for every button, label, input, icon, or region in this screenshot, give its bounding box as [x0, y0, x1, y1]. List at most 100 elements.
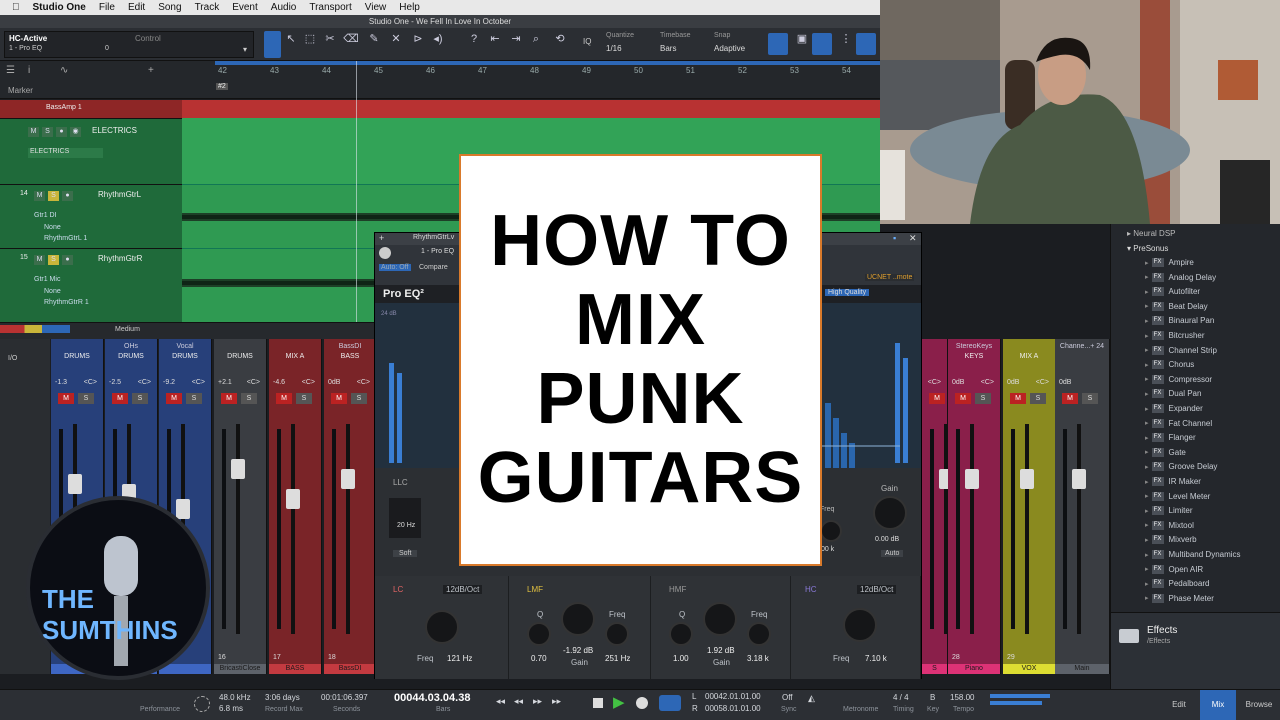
- autoscroll-icon[interactable]: ▣: [794, 32, 810, 46]
- loop-toggle-icon[interactable]: [659, 695, 681, 711]
- marker-tag[interactable]: #2: [216, 83, 228, 90]
- monitor-button[interactable]: ◉: [70, 127, 81, 137]
- io-label[interactable]: I/O: [8, 355, 17, 362]
- solo-button[interactable]: S: [48, 255, 59, 265]
- track-rhythm-gtr-l[interactable]: 14 M S ● RhythmGtrL Gtr1 DI None RhythmGtr…: [0, 184, 182, 248]
- mute-button[interactable]: M: [34, 191, 45, 201]
- channel-volume[interactable]: -9.2: [163, 379, 175, 386]
- channel-solo-button[interactable]: S: [1082, 393, 1098, 404]
- channel-solo-button[interactable]: S: [78, 393, 94, 404]
- channel-bus[interactable]: MIX A: [1003, 353, 1055, 360]
- browser-effect-item[interactable]: ▸ FX Gate: [1145, 447, 1186, 457]
- channel-fader-track[interactable]: [236, 424, 240, 634]
- browser-effect-item[interactable]: ▸ FX Binaural Pan: [1145, 316, 1214, 326]
- channel-fader-track[interactable]: [346, 424, 350, 634]
- channel-bus[interactable]: DRUMS: [159, 353, 211, 360]
- bend-tool-icon[interactable]: ⊳: [410, 32, 426, 46]
- channel-fader-cap[interactable]: [1072, 469, 1086, 489]
- channel-fader-track[interactable]: [970, 424, 974, 634]
- menu-edit[interactable]: Edit: [128, 2, 145, 13]
- loop-start[interactable]: 00042.01.01.00: [705, 692, 761, 701]
- menu-audio[interactable]: Audio: [271, 2, 297, 13]
- hmf-gain-knob[interactable]: [703, 602, 737, 636]
- mixer-channel-strip[interactable]: <C>MSS: [922, 339, 965, 674]
- menu-view[interactable]: View: [365, 2, 387, 13]
- browser-effect-item[interactable]: ▸ FX Limiter: [1145, 506, 1193, 516]
- browse-view-button[interactable]: Browse: [1238, 690, 1280, 720]
- metronome-icon[interactable]: ◭: [808, 693, 815, 704]
- channel-fader-cap[interactable]: [341, 469, 355, 489]
- hmf-label[interactable]: HMF: [669, 585, 686, 594]
- channel-mute-button[interactable]: M: [276, 393, 292, 404]
- channel-bus[interactable]: KEYS: [948, 353, 1000, 360]
- record-button[interactable]: ●: [62, 191, 73, 201]
- browser-effect-item[interactable]: ▸ FX Autofilter: [1145, 287, 1200, 297]
- channel-volume[interactable]: -1.3: [55, 379, 67, 386]
- performance-label[interactable]: Performance: [140, 706, 180, 713]
- seconds-display[interactable]: 00:01:06.397: [321, 693, 368, 702]
- iq-label[interactable]: IQ: [583, 37, 591, 46]
- browser-effect-item[interactable]: ▸ FX Flanger: [1145, 433, 1196, 443]
- track-list-icon[interactable]: ☰: [6, 65, 15, 76]
- channel-bus[interactable]: MIX A: [269, 353, 321, 360]
- channel-solo-button[interactable]: S: [132, 393, 148, 404]
- channel-pan[interactable]: <C>: [1036, 379, 1049, 386]
- browser-effect-item[interactable]: ▸ FX Multiband Dynamics: [1145, 550, 1241, 559]
- hc-freq-knob[interactable]: [843, 608, 877, 642]
- timing-value[interactable]: 4 / 4: [893, 693, 909, 702]
- range-tool-icon[interactable]: ⬚: [302, 32, 318, 46]
- menu-file[interactable]: File: [99, 2, 115, 13]
- record-button[interactable]: ●: [56, 127, 67, 137]
- mixer-channel-strip[interactable]: StereoKeys KEYS 0dB <C> M S 28 Piano: [948, 339, 1001, 674]
- mixer-channel-strip[interactable]: MIX A -4.6 <C> M S 17 BASS: [269, 339, 322, 674]
- menu-track[interactable]: Track: [195, 2, 220, 13]
- lmf-freq-knob[interactable]: [605, 622, 629, 646]
- hmf-freq-knob[interactable]: [747, 622, 771, 646]
- channel-volume[interactable]: -2.5: [109, 379, 121, 386]
- mute-tool-icon[interactable]: ✕: [388, 32, 404, 46]
- lane-bassamp[interactable]: [182, 100, 880, 118]
- grid-icon[interactable]: ⋮: [838, 32, 854, 46]
- auto-off-button[interactable]: Auto: Off: [379, 264, 411, 271]
- channel-bus[interactable]: BASS: [324, 353, 376, 360]
- llc-selector[interactable]: [389, 498, 421, 538]
- channel-mute-button[interactable]: M: [1062, 393, 1078, 404]
- channel-solo-button[interactable]: S: [351, 393, 367, 404]
- channel-pan[interactable]: <C>: [247, 379, 260, 386]
- add-track-icon[interactable]: +: [148, 65, 154, 76]
- zoom-icon[interactable]: ⌕: [528, 32, 544, 46]
- follow-toggle[interactable]: [812, 33, 832, 55]
- snap-value[interactable]: Adaptive: [714, 44, 745, 53]
- browser-effect-item[interactable]: ▸ FX IR Maker: [1145, 477, 1201, 486]
- channel-pan[interactable]: <C>: [928, 379, 941, 386]
- browser-effect-item[interactable]: ▸ FX Dual Pan: [1145, 389, 1201, 399]
- high-quality-button[interactable]: High Quality: [825, 289, 870, 296]
- track-route[interactable]: None: [44, 288, 61, 295]
- eraser-tool-icon[interactable]: ⌫: [343, 32, 359, 46]
- browser-effect-item[interactable]: ▸ FX Pedalboard: [1145, 579, 1209, 589]
- menu-transport[interactable]: Transport: [309, 2, 351, 13]
- channel-name[interactable]: S: [922, 664, 947, 674]
- channel-volume[interactable]: -4.6: [273, 379, 285, 386]
- browser-effect-item[interactable]: ▸ FX Groove Delay: [1145, 462, 1217, 472]
- mixer-channel-strip[interactable]: BassDI BASS 0dB <C> M S 18 BassDI: [324, 339, 377, 674]
- channel-volume[interactable]: 0dB: [952, 379, 964, 386]
- track-electrics[interactable]: M S ● ◉ ELECTRICS ELECTRICS: [0, 118, 182, 184]
- channel-bus[interactable]: DRUMS: [51, 353, 103, 360]
- browser-effect-item[interactable]: ▸ FX Beat Delay: [1145, 301, 1208, 311]
- loop-range-bar[interactable]: [215, 61, 880, 65]
- performance-icon[interactable]: [194, 696, 210, 712]
- browser-effect-item[interactable]: ▸ FX Level Meter: [1145, 491, 1210, 501]
- browser-effect-item[interactable]: ▸ FX Mixtool: [1145, 520, 1194, 530]
- channel-solo-button[interactable]: S: [975, 393, 991, 404]
- menu-help[interactable]: Help: [399, 2, 420, 13]
- channel-volume[interactable]: 0dB: [1059, 379, 1071, 386]
- bars-display[interactable]: 00044.03.04.38: [394, 692, 470, 704]
- track-input[interactable]: Gtr1 Mic: [34, 276, 60, 283]
- channel-fader-cap[interactable]: [1020, 469, 1034, 489]
- apple-icon[interactable]: : [12, 2, 20, 13]
- track-bassamp[interactable]: BassAmp 1: [0, 100, 182, 118]
- channel-fader-track[interactable]: [1025, 424, 1029, 634]
- close-icon[interactable]: ✕: [909, 233, 917, 244]
- timeline-ruler[interactable]: ☰ i ∿ + Marker 42 43 44 45 46 47 48 49 5…: [0, 61, 880, 99]
